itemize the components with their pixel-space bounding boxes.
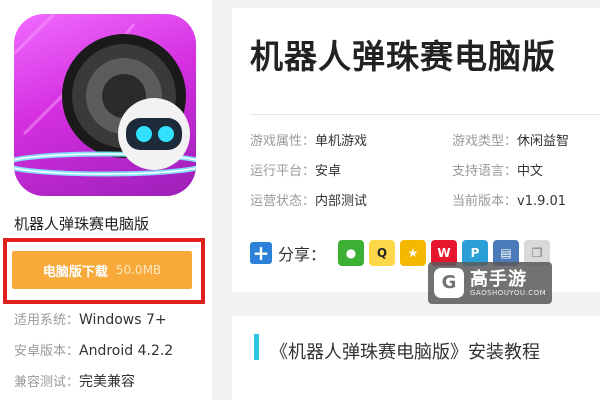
attr-label: 运行平台： xyxy=(250,164,316,179)
info-android-label: 安卓版本： xyxy=(14,344,80,359)
app-sidebar-card: 机器人弹珠赛电脑版 电脑版下载 50.0MB 适用系统：Windows 7+ 安… xyxy=(0,0,212,400)
share-plus-icon[interactable]: + xyxy=(250,242,272,264)
share-label: 分享： xyxy=(278,245,327,264)
info-os-value: Windows 7+ xyxy=(79,312,167,328)
attr-game-type: 游戏类型：休闲益智 xyxy=(452,130,569,149)
watermark: G 高手游 GAOSHOUYOU.COM xyxy=(428,262,552,304)
info-compat-value: 完美兼容 xyxy=(79,374,136,390)
app-icon-image[interactable] xyxy=(14,14,196,196)
attr-label: 游戏类型： xyxy=(452,134,518,149)
info-os: 适用系统：Windows 7+ xyxy=(14,309,167,328)
info-android-value: Android 4.2.2 xyxy=(79,343,174,359)
watermark-logo: G xyxy=(434,268,464,298)
tutorial-card: 《机器人弹珠赛电脑版》安装教程 xyxy=(232,316,600,400)
section-accent-bar xyxy=(254,334,259,360)
info-compat-label: 兼容测试： xyxy=(14,375,80,390)
attr-label: 运营状态： xyxy=(250,194,316,209)
info-android: 安卓版本：Android 4.2.2 xyxy=(14,340,173,359)
download-size: 50.0MB xyxy=(115,263,162,277)
attr-version: 当前版本：v1.9.01 xyxy=(452,190,566,209)
page-title: 机器人弹珠赛电脑版 xyxy=(250,37,556,76)
attr-value: 休闲益智 xyxy=(517,134,570,149)
download-button-label: 电脑版下载 xyxy=(42,264,108,280)
download-button[interactable]: 电脑版下载 50.0MB xyxy=(12,251,192,289)
app-name: 机器人弹珠赛电脑版 xyxy=(14,215,150,233)
watermark-name: 高手游 xyxy=(470,269,527,290)
attr-value: 内部测试 xyxy=(315,194,368,209)
attr-label: 当前版本： xyxy=(452,194,518,209)
attr-value: 安卓 xyxy=(315,164,342,179)
attr-platform: 运行平台：安卓 xyxy=(250,160,341,179)
info-os-label: 适用系统： xyxy=(14,313,80,328)
wechat-icon[interactable]: ● xyxy=(338,240,365,266)
qzone-icon[interactable]: ★ xyxy=(400,240,427,266)
attr-label: 游戏属性： xyxy=(250,134,316,149)
attr-value: v1.9.01 xyxy=(517,194,567,209)
attr-game-property: 游戏属性：单机游戏 xyxy=(250,130,367,149)
info-compat: 兼容测试：完美兼容 xyxy=(14,371,135,391)
attr-status: 运营状态：内部测试 xyxy=(250,190,367,209)
divider xyxy=(250,114,600,115)
app-detail-card: 机器人弹珠赛电脑版 游戏属性：单机游戏 游戏类型：休闲益智 运行平台：安卓 支持… xyxy=(232,8,600,292)
attr-language: 支持语言：中文 xyxy=(452,160,543,179)
section-title[interactable]: 《机器人弹珠赛电脑版》安装教程 xyxy=(270,338,540,364)
attr-label: 支持语言： xyxy=(452,164,518,179)
watermark-url: GAOSHOUYOU.COM xyxy=(470,289,547,297)
attr-value: 单机游戏 xyxy=(315,134,368,149)
qq-icon[interactable]: Q xyxy=(369,240,396,266)
attr-value: 中文 xyxy=(517,164,544,179)
